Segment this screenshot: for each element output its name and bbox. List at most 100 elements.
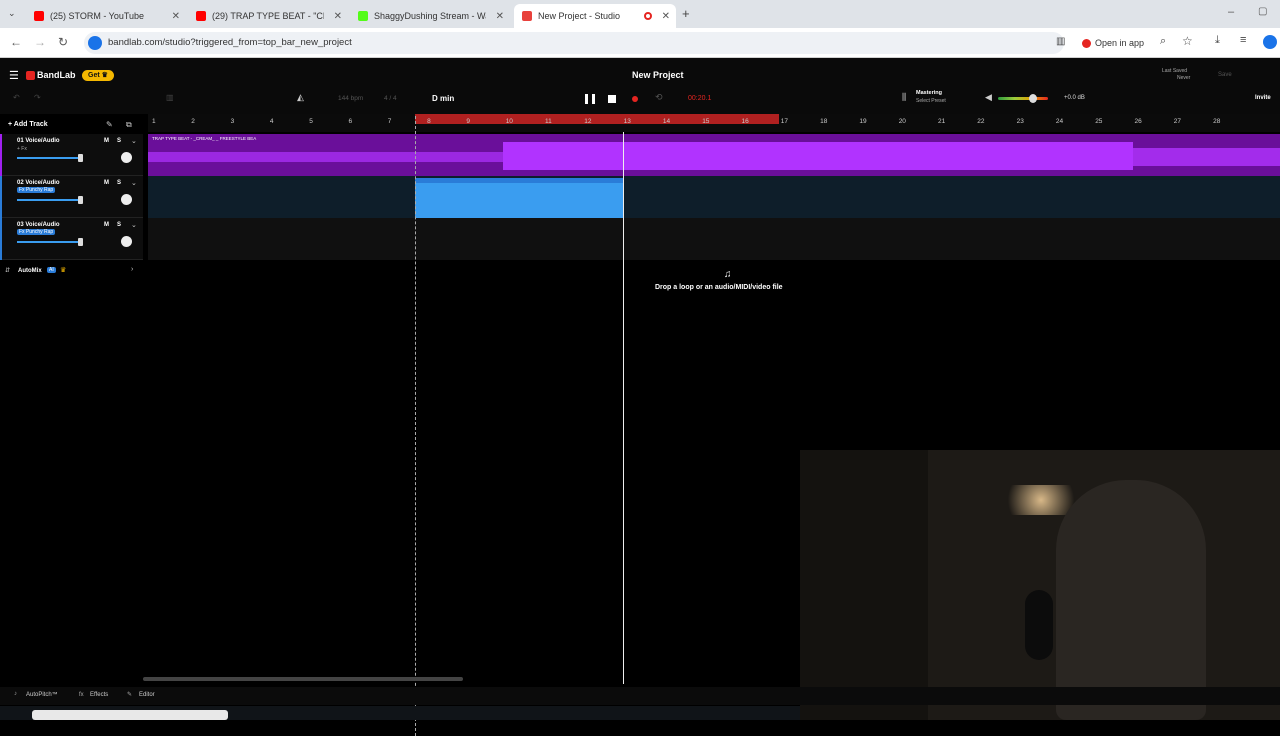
restore-button[interactable]: ▢ (1258, 6, 1267, 17)
recording-clip[interactable] (415, 178, 623, 218)
minimize-button[interactable]: – (1228, 6, 1234, 18)
volume-slider[interactable] (17, 241, 82, 243)
save-button[interactable]: Save (1218, 72, 1232, 78)
omnibox[interactable]: bandlab.com/studio?triggered_from=top_ba… (84, 32, 1064, 54)
redo-icon[interactable]: ↷ (34, 93, 41, 102)
taskbar-search-field[interactable] (32, 710, 228, 720)
automix-row[interactable]: ⇵ AutoMix AI ♛ › (0, 263, 143, 281)
fx-preset-badge[interactable]: Fx Punchy Rap (17, 187, 56, 193)
chevron-right-icon[interactable]: › (131, 266, 133, 273)
snap-icon[interactable]: ⧉ (126, 120, 132, 130)
time-signature-field[interactable]: 4 / 4 (384, 95, 397, 102)
track-name[interactable]: 03 Voice/Audio (17, 222, 60, 228)
ai-badge: AI (47, 267, 56, 273)
track-header[interactable]: 02 Voice/Audio Fx Punchy Rap M S ⌄ (0, 176, 143, 218)
drop-hint: Drop a loop or an audio/MIDI/video file (655, 284, 783, 291)
mute-button[interactable]: M (104, 222, 109, 228)
track-name[interactable]: 02 Voice/Audio (17, 180, 60, 186)
ruler-tick: 24 (1055, 118, 1064, 125)
volume-knob[interactable] (78, 154, 83, 162)
tab-youtube-storm[interactable]: (25) STORM - YouTube ✕ (26, 4, 186, 28)
url-text[interactable]: bandlab.com/studio?triggered_from=top_ba… (108, 37, 352, 48)
editor-button[interactable]: Editor (139, 692, 155, 698)
close-icon[interactable]: ✕ (334, 11, 342, 22)
mastering-icon[interactable]: ⫼ (902, 92, 906, 103)
horizontal-scrollbar[interactable] (143, 677, 463, 681)
tab-bandlab-studio[interactable]: New Project - Studio ✕ (514, 4, 676, 28)
mastering-label[interactable]: Mastering (916, 90, 942, 96)
track-lane-1[interactable]: TRAP TYPE BEAT - _CREAM_ _ FREESTYLE BEA (148, 134, 1280, 176)
add-track-button[interactable]: + Add Track (8, 121, 48, 128)
chevron-down-icon[interactable]: ⌄ (131, 179, 137, 187)
ruler-tick: 16 (741, 118, 749, 125)
get-membership-button[interactable]: Get ♛ (82, 70, 114, 81)
track-name[interactable]: 01 Voice/Audio (17, 138, 60, 144)
tab-kick-stream[interactable]: ShaggyDushing Stream - Watch ✕ (350, 4, 510, 28)
tab-search-icon[interactable]: ⌄ (8, 8, 16, 19)
fx-preset-badge[interactable]: Fx Punchy Rap (17, 229, 56, 235)
metronome-icon[interactable]: ◭ (297, 92, 304, 103)
bottom-toolbar: ♪ AutoPitch™ fx Effects ✎ Editor (0, 687, 1280, 705)
brand-name[interactable]: BandLab (37, 70, 76, 80)
back-icon[interactable]: ← (10, 35, 22, 49)
solo-button[interactable]: S (117, 138, 121, 144)
bookmark-star-icon[interactable]: ☆ (1182, 34, 1193, 48)
site-info-icon[interactable] (88, 36, 102, 50)
select-preset-label[interactable]: Select Preset (916, 98, 946, 104)
chevron-down-icon[interactable]: ⌄ (131, 137, 137, 145)
close-icon[interactable]: ✕ (662, 11, 670, 22)
menu-icon[interactable]: ☰ (9, 69, 19, 82)
stop-button[interactable] (608, 95, 616, 103)
grid-icon[interactable]: ▥ (166, 93, 174, 102)
apps-icon[interactable]: ▥ (1056, 36, 1065, 47)
speaker-icon[interactable]: ◀ (985, 92, 992, 103)
close-icon[interactable]: ✕ (496, 11, 504, 22)
loop-icon[interactable]: ⟲ (655, 92, 663, 103)
fx-add-label[interactable]: + Fx (17, 146, 27, 152)
bpm-field[interactable]: 144 bpm (338, 95, 363, 102)
mute-button[interactable]: M (104, 138, 109, 144)
download-icon[interactable]: ⤓ (1215, 34, 1220, 47)
track-header[interactable]: 01 Voice/Audio + Fx M S ⌄ (0, 134, 143, 176)
reload-icon[interactable]: ↻ (58, 35, 68, 49)
mute-button[interactable]: M (104, 180, 109, 186)
profile-avatar[interactable] (1263, 35, 1277, 49)
track-lane-2[interactable] (148, 176, 1280, 218)
chevron-down-icon[interactable]: ⌄ (131, 221, 137, 229)
timeline-ruler[interactable]: 1 2 3 4 5 6 7 8 9 10 11 12 13 14 15 16 17 18 19 20 21 22 23 24 2… (148, 114, 1280, 132)
pencil-icon[interactable]: ✎ (106, 120, 113, 129)
drop-zone[interactable]: ♫ Drop a loop or an audio/MIDI/video fil… (154, 265, 1280, 299)
solo-button[interactable]: S (117, 180, 121, 186)
open-in-app-button[interactable]: Open in app (1076, 34, 1150, 52)
zoom-icon[interactable]: ⌕ (1160, 35, 1166, 48)
volume-slider[interactable] (17, 199, 82, 201)
autopitch-button[interactable]: AutoPitch™ (26, 692, 58, 698)
solo-button[interactable]: S (117, 222, 121, 228)
record-button[interactable] (632, 96, 638, 102)
key-field[interactable]: D min (432, 94, 454, 103)
volume-knob[interactable] (78, 238, 83, 246)
pan-knob[interactable] (121, 194, 132, 205)
forward-icon[interactable]: → (34, 35, 46, 49)
pause-button[interactable] (585, 94, 595, 104)
tab-youtube-trap[interactable]: (29) TRAP TYPE BEAT - "CREAM ✕ (188, 4, 348, 28)
pan-knob[interactable] (121, 152, 132, 163)
extensions-icon[interactable]: ≡ (1240, 34, 1246, 46)
ruler-tick: 1 (152, 118, 156, 125)
master-volume-slider[interactable] (998, 94, 1048, 103)
undo-icon[interactable]: ↶ (13, 93, 20, 102)
track-lane-3[interactable] (148, 218, 1280, 260)
master-volume-knob[interactable] (1029, 94, 1037, 103)
pan-knob[interactable] (121, 236, 132, 247)
playhead[interactable] (623, 132, 624, 684)
invite-button[interactable]: Invite (1255, 95, 1271, 101)
audio-clip[interactable]: TRAP TYPE BEAT - _CREAM_ _ FREESTYLE BEA (148, 134, 1280, 176)
close-icon[interactable]: ✕ (172, 11, 180, 22)
volume-knob[interactable] (78, 196, 83, 204)
volume-slider[interactable] (17, 157, 82, 159)
track-header[interactable]: 03 Voice/Audio Fx Punchy Rap M S ⌄ (0, 218, 143, 260)
new-tab-button[interactable]: + (682, 6, 690, 21)
effects-button[interactable]: Effects (90, 692, 108, 698)
get-label: Get (88, 72, 100, 79)
project-title[interactable]: New Project (632, 70, 684, 80)
